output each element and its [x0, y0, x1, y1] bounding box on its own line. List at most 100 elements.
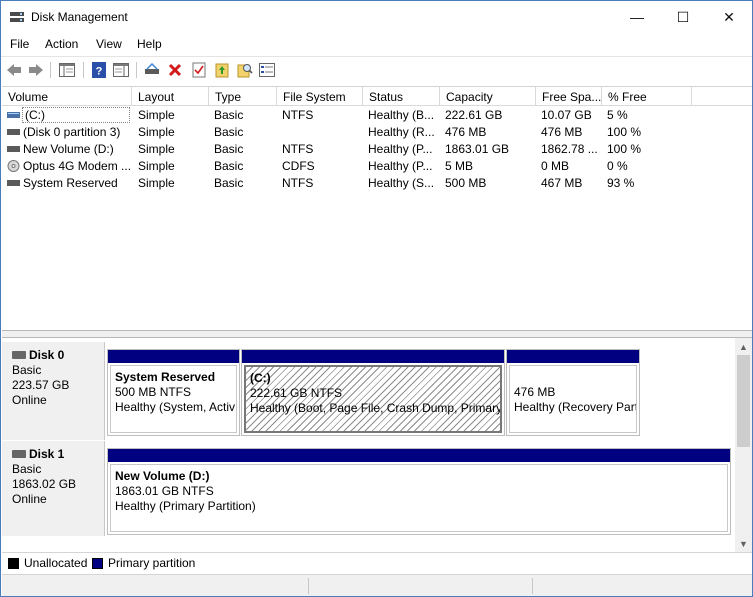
- maximize-button[interactable]: ☐: [660, 1, 706, 33]
- volume-row[interactable]: Optus 4G Modem ... Simple Basic CDFS Hea…: [2, 158, 752, 175]
- minimize-button[interactable]: —: [614, 1, 660, 33]
- close-button[interactable]: ✕: [706, 1, 752, 33]
- partition-size: 1863.01 GB NTFS: [115, 484, 214, 498]
- volume-icon: [7, 129, 20, 135]
- volume-row[interactable]: New Volume (D:) Simple Basic NTFS Health…: [2, 141, 752, 158]
- disk-icon: [12, 350, 26, 359]
- volume-capacity: 476 MB: [445, 125, 487, 139]
- disk-row-disk-0: Disk 0 Basic 223.57 GB Online System Res…: [2, 342, 735, 440]
- scroll-down-icon[interactable]: ▼: [735, 535, 752, 552]
- partition-c-drive[interactable]: (C:) 222.61 GB NTFS Healthy (Boot, Page …: [241, 349, 505, 436]
- volume-free-space: 1862.78 ...: [541, 142, 598, 156]
- volume-capacity: 500 MB: [445, 176, 487, 190]
- column-header-status[interactable]: Status: [363, 87, 440, 106]
- volume-icon: [7, 146, 20, 152]
- disk-0-partitions: System Reserved 500 MB NTFS Healthy (Sys…: [105, 342, 735, 440]
- minimize-icon: —: [630, 9, 644, 25]
- volume-layout: Simple: [138, 142, 175, 156]
- volume-list-header: Volume Layout Type File System Status Ca…: [2, 87, 752, 106]
- volume-capacity: 5 MB: [445, 159, 474, 173]
- volume-file-system: CDFS: [282, 159, 315, 173]
- pane-splitter[interactable]: [2, 330, 752, 338]
- column-header-capacity[interactable]: Capacity: [440, 87, 536, 106]
- volume-name: (Disk 0 partition 3): [23, 125, 121, 139]
- volume-icon: [7, 112, 20, 118]
- disk-status: Online: [12, 393, 47, 407]
- volume-row[interactable]: System Reserved Simple Basic NTFS Health…: [2, 175, 752, 192]
- connect-disk-icon[interactable]: [143, 61, 161, 79]
- vertical-scrollbar[interactable]: ▲ ▼: [735, 338, 752, 552]
- help-icon[interactable]: ?: [90, 61, 108, 79]
- scrollbar-thumb[interactable]: [737, 355, 750, 447]
- volume-percent-free: 5 %: [607, 108, 628, 122]
- disk-label-disk-0[interactable]: Disk 0 Basic 223.57 GB Online: [2, 342, 105, 440]
- volume-layout: Simple: [138, 108, 175, 122]
- menu-bar: File Action View Help: [1, 33, 752, 55]
- status-bar: [2, 574, 752, 596]
- column-header-percent-free[interactable]: % Free: [602, 87, 692, 106]
- partition-name: (C:): [250, 371, 271, 385]
- disk-management-app-icon: [10, 12, 24, 22]
- volume-name: System Reserved: [23, 176, 118, 190]
- show-hide-console-tree-icon[interactable]: [58, 61, 76, 79]
- volume-status: Healthy (P...: [368, 142, 433, 156]
- column-header-file-system[interactable]: File System: [277, 87, 363, 106]
- find-icon[interactable]: [236, 61, 254, 79]
- back-arrow-icon[interactable]: [5, 61, 23, 79]
- partition-status: Healthy (Primary Partition): [115, 499, 256, 513]
- partition-recovery[interactable]: 476 MB Healthy (Recovery Part: [506, 349, 640, 436]
- volume-capacity: 222.61 GB: [445, 108, 503, 122]
- volume-type: Basic: [214, 108, 244, 122]
- primary-partition-bar: [507, 350, 639, 363]
- volume-layout: Simple: [138, 176, 175, 190]
- disk-name: Disk 1: [29, 447, 65, 461]
- volume-type: Basic: [214, 159, 244, 173]
- volume-free-space: 476 MB: [541, 125, 583, 139]
- volume-file-system: NTFS: [282, 142, 314, 156]
- menu-action[interactable]: Action: [45, 37, 78, 51]
- disk-graphical-view: Disk 0 Basic 223.57 GB Online System Res…: [2, 338, 752, 552]
- disk-size: 1863.02 GB: [12, 477, 77, 491]
- volume-row[interactable]: (C:) Simple Basic NTFS Healthy (B... 222…: [2, 107, 752, 124]
- menu-view[interactable]: View: [96, 37, 122, 51]
- disk-row-disk-1: Disk 1 Basic 1863.02 GB Online New Volum…: [2, 441, 735, 536]
- properties-check-icon[interactable]: [190, 61, 208, 79]
- menu-help[interactable]: Help: [137, 37, 162, 51]
- volume-status: Healthy (R...: [368, 125, 435, 139]
- show-action-pane-icon[interactable]: [112, 61, 130, 79]
- details-icon[interactable]: [258, 61, 276, 79]
- menu-file[interactable]: File: [10, 37, 29, 51]
- disk-management-window: Disk Management — ☐ ✕ File Action View H…: [0, 0, 753, 597]
- disk-1-partitions: New Volume (D:) 1863.01 GB NTFS Healthy …: [105, 441, 735, 536]
- volume-percent-free: 100 %: [607, 142, 642, 156]
- forward-arrow-icon[interactable]: [27, 61, 45, 79]
- scroll-up-icon[interactable]: ▲: [735, 338, 752, 355]
- volume-status: Healthy (B...: [368, 108, 435, 122]
- partition-size: 500 MB NTFS: [115, 385, 192, 399]
- volume-percent-free: 100 %: [607, 125, 642, 139]
- cd-drive-icon: [7, 160, 20, 172]
- column-header-free-space[interactable]: Free Spa...: [536, 87, 602, 106]
- legend: Unallocated Primary partition: [2, 552, 752, 574]
- disk-icon: [12, 449, 26, 458]
- partition-system-reserved[interactable]: System Reserved 500 MB NTFS Healthy (Sys…: [107, 349, 240, 436]
- volume-row[interactable]: (Disk 0 partition 3) Simple Basic Health…: [2, 124, 752, 141]
- partition-size: 222.61 GB NTFS: [250, 386, 343, 400]
- delete-icon[interactable]: [166, 61, 184, 79]
- disk-label-disk-1[interactable]: Disk 1 Basic 1863.02 GB Online: [2, 441, 105, 536]
- volume-percent-free: 93 %: [607, 176, 635, 190]
- column-header-type[interactable]: Type: [209, 87, 277, 106]
- volume-free-space: 10.07 GB: [541, 108, 592, 122]
- toolbar: ?: [1, 56, 752, 82]
- column-header-layout[interactable]: Layout: [132, 87, 209, 106]
- window-title: Disk Management: [31, 10, 128, 24]
- volume-file-system: NTFS: [282, 108, 314, 122]
- partition-body: System Reserved 500 MB NTFS Healthy (Sys…: [110, 365, 237, 433]
- title-bar[interactable]: Disk Management — ☐ ✕: [1, 1, 752, 33]
- column-header-volume[interactable]: Volume: [2, 87, 132, 106]
- volume-free-space: 0 MB: [541, 159, 570, 173]
- export-list-icon[interactable]: [213, 61, 231, 79]
- volume-type: Basic: [214, 142, 244, 156]
- primary-partition-bar: [242, 350, 504, 363]
- partition-new-volume-d[interactable]: New Volume (D:) 1863.01 GB NTFS Healthy …: [107, 448, 731, 535]
